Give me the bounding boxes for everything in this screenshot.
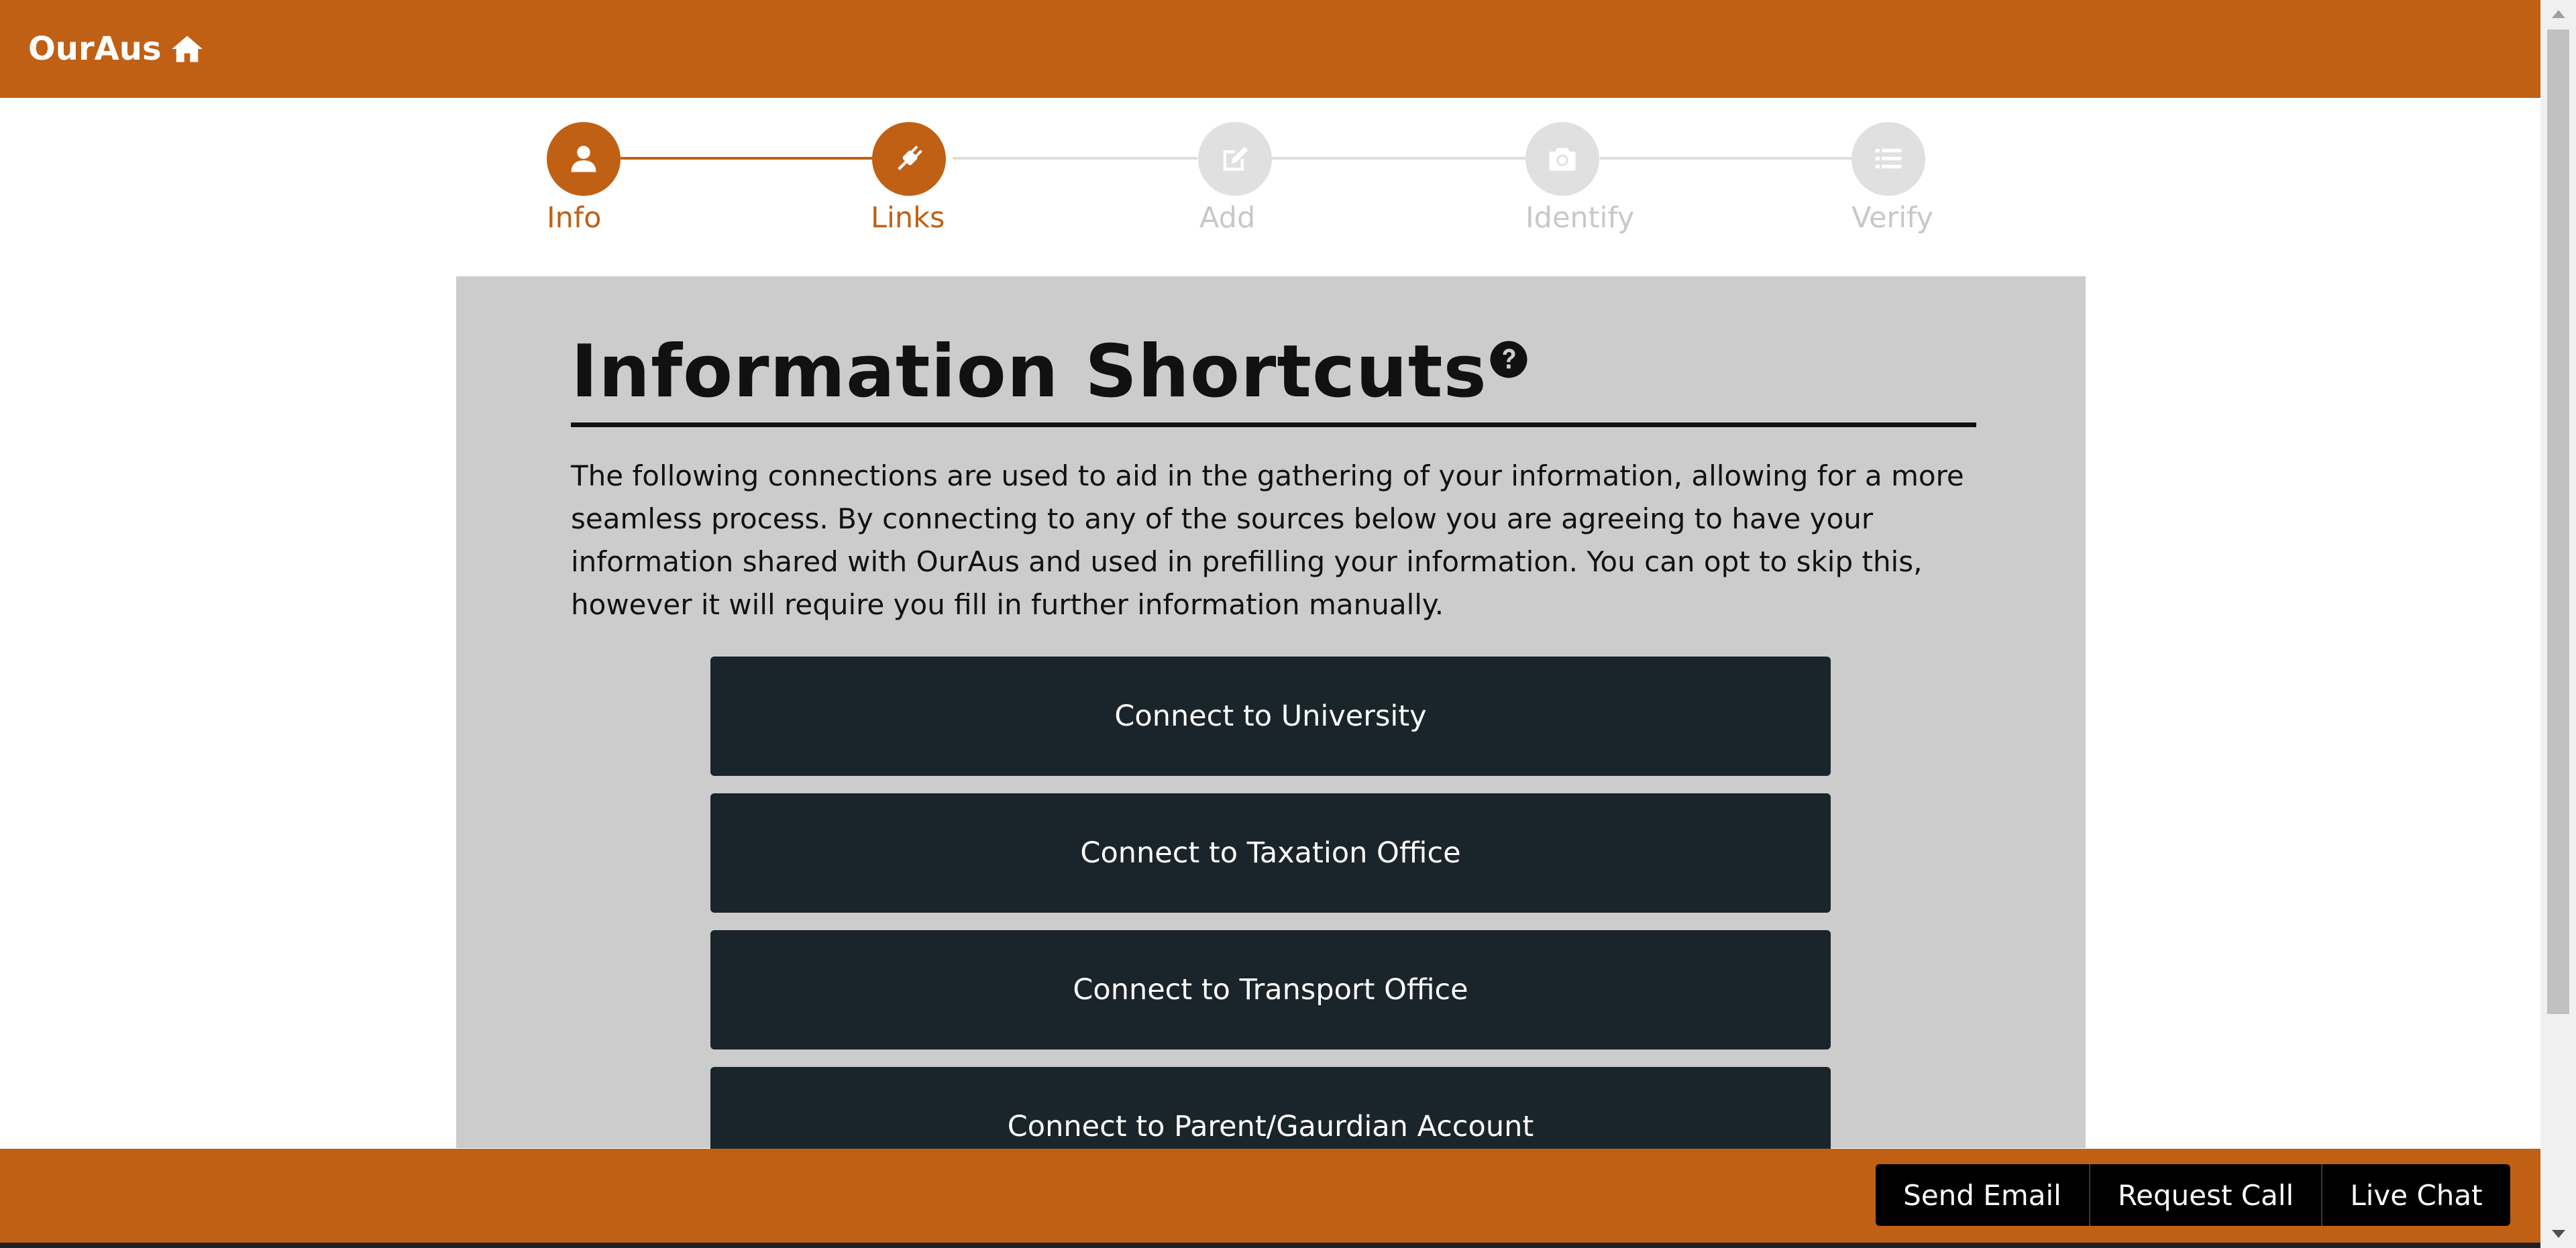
step-verify-circle[interactable] xyxy=(1851,122,1925,196)
information-shortcuts-card: Information Shortcuts The following conn… xyxy=(456,276,2086,1186)
footer-bar: Send Email Request Call Live Chat xyxy=(0,1149,2540,1248)
scroll-up-arrow-icon[interactable] xyxy=(2540,0,2576,27)
connect-university-button[interactable]: Connect to University xyxy=(710,657,1831,776)
page-title: Information Shortcuts xyxy=(571,330,1487,414)
plug-icon xyxy=(898,146,922,170)
contact-button-group: Send Email Request Call Live Chat xyxy=(1876,1164,2510,1226)
camera-icon xyxy=(1549,148,1576,171)
title-row: Information Shortcuts xyxy=(571,329,1529,416)
connect-button-list: Connect to University Connect to Taxatio… xyxy=(710,657,1831,1204)
step-connector-4 xyxy=(1600,157,1851,160)
taskbar-strip xyxy=(0,1243,2540,1248)
title-divider xyxy=(571,422,1976,427)
scrollbar-thumb[interactable] xyxy=(2547,30,2569,1014)
intro-paragraph: The following connections are used to ai… xyxy=(571,459,1964,621)
step-links[interactable]: Links xyxy=(871,122,946,235)
connect-transport-office-button[interactable]: Connect to Transport Office xyxy=(710,930,1831,1050)
step-connector-3 xyxy=(1271,157,1526,160)
step-verify[interactable]: Verify xyxy=(1851,122,1933,235)
list-icon xyxy=(1875,148,1902,169)
step-add-label: Add xyxy=(1199,201,1256,235)
step-add[interactable]: Add xyxy=(1198,122,1272,235)
user-icon xyxy=(571,146,596,172)
step-info[interactable]: Info xyxy=(547,122,621,235)
app-viewport: OurAus Info Links Add Identify Verify In… xyxy=(0,0,2540,1248)
live-chat-button[interactable]: Live Chat xyxy=(2322,1164,2510,1226)
step-connector-2 xyxy=(953,157,1197,160)
step-links-label: Links xyxy=(871,201,945,235)
step-identify[interactable]: Identify xyxy=(1525,122,1634,235)
step-verify-label: Verify xyxy=(1851,201,1933,235)
step-add-circle[interactable] xyxy=(1198,122,1272,196)
request-call-button[interactable]: Request Call xyxy=(2090,1164,2322,1226)
step-info-label: Info xyxy=(547,201,602,235)
scroll-down-arrow-icon[interactable] xyxy=(2540,1221,2576,1248)
question-circle-icon[interactable] xyxy=(1489,339,1529,380)
edit-icon xyxy=(1223,146,1248,171)
step-identify-label: Identify xyxy=(1525,201,1635,235)
step-identify-circle[interactable] xyxy=(1525,122,1599,196)
vertical-scrollbar[interactable] xyxy=(2540,0,2576,1248)
step-connector-1 xyxy=(621,157,879,160)
connect-taxation-office-button[interactable]: Connect to Taxation Office xyxy=(710,793,1831,913)
progress-stepper: Info Links Add Identify Verify xyxy=(0,0,2540,268)
step-links-circle[interactable] xyxy=(872,122,946,196)
step-info-circle[interactable] xyxy=(547,122,621,196)
send-email-button[interactable]: Send Email xyxy=(1876,1164,2090,1226)
